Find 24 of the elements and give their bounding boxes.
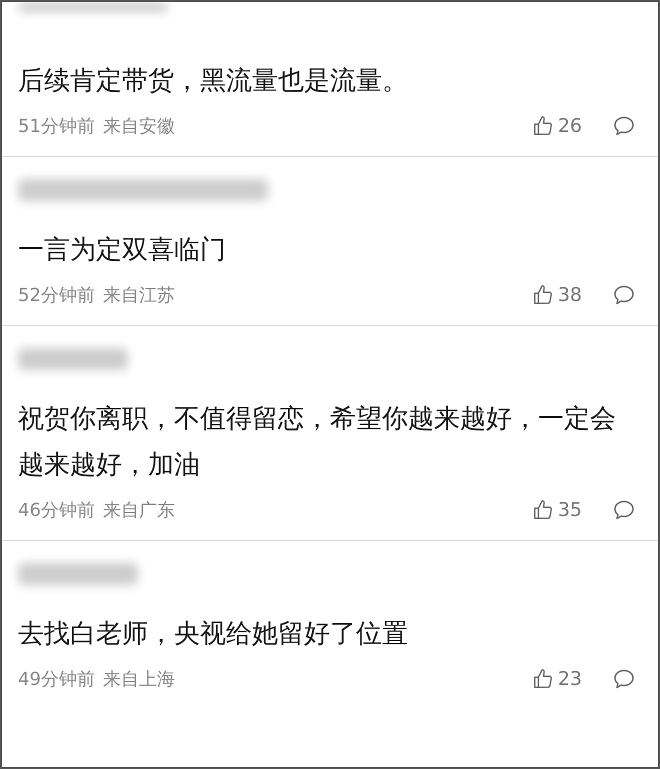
like-count: 26 [558,115,582,137]
comment-icon[interactable] [612,498,636,522]
like-count: 23 [558,668,582,690]
comment-location: 来自江苏 [102,284,175,307]
comment-time: 49分钟前 [18,668,95,691]
comment-icon[interactable] [612,667,636,691]
comment-location: 来自安徽 [102,115,175,138]
comment-time: 52分钟前 [18,284,95,307]
thumbs-up-icon[interactable] [532,499,554,521]
comment-text: 后续肯定带货，黑流量也是流量。 [18,65,409,98]
comment-text: 祝贺你离职，不值得留恋，希望你越来越好，一定会越来越好，加油 [18,403,617,482]
comment-time: 51分钟前 [18,115,95,138]
comment-location: 来自广东 [102,499,175,522]
comment-icon[interactable] [612,283,636,307]
comment-time: 46分钟前 [18,499,95,522]
like-count: 38 [558,284,582,306]
comment-location: 来自上海 [102,668,175,691]
thumbs-up-icon[interactable] [532,284,554,306]
comment-text: 去找白老师，央视给她留好了位置 [18,618,409,651]
comment-icon[interactable] [612,114,636,138]
thumbs-up-icon[interactable] [532,668,554,690]
comment-text: 一言为定双喜临门 [18,234,227,267]
like-count: 35 [558,499,582,521]
thumbs-up-icon[interactable] [532,115,554,137]
